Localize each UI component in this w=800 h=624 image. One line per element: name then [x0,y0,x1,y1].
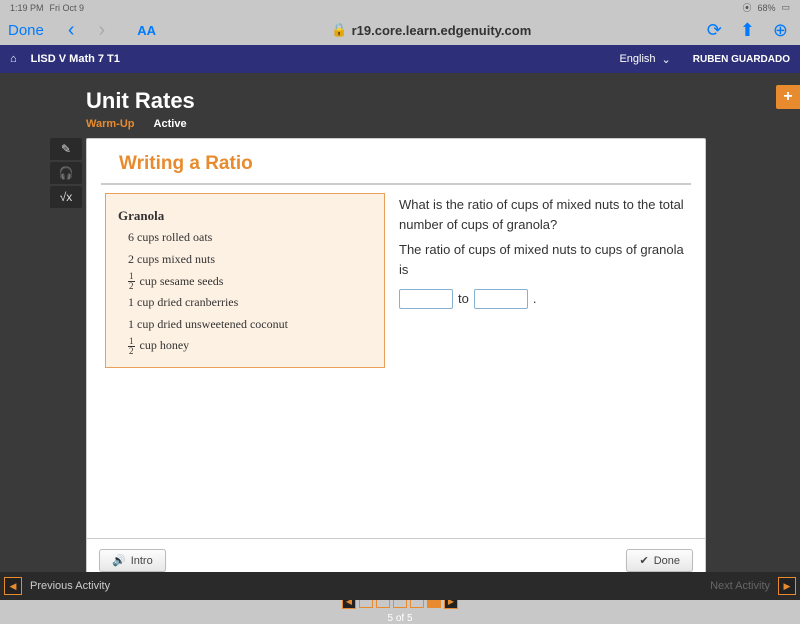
next-activity-label: Next Activity [710,580,770,592]
ingredient: 12 cup honey [118,335,372,357]
pager-count: 5 of 5 [0,613,800,624]
forward-button[interactable]: › [99,19,106,42]
share-icon[interactable]: ⬆ [740,20,755,41]
lock-icon: 🔒 [331,22,347,38]
compass-icon[interactable]: ⊕ [773,20,788,41]
battery-glyph: ▭ [781,2,790,13]
language-label: English [619,53,655,65]
check-icon: ✔ [639,554,648,567]
next-activity-nav[interactable]: Next Activity ▶ [710,577,796,595]
ratio-input-2[interactable] [474,289,528,309]
user-name: RUBEN GUARDADO [693,54,790,65]
ingredient: 6 cups rolled oats [118,227,372,249]
ingredient: 2 cups mixed nuts [118,249,372,271]
url-text: r19.core.learn.edgenuity.com [352,23,532,38]
intro-label: Intro [131,555,153,567]
audio-tool[interactable]: 🎧 [50,162,82,184]
ingredient: 1 cup dried unsweetened coconut [118,314,372,336]
prev-activity-nav[interactable]: ◀ Previous Activity [4,577,110,595]
done-label: Done [654,555,680,567]
back-button[interactable]: ‹ [68,19,75,42]
period-label: . [533,289,537,309]
intro-button[interactable]: 🔊 Intro [99,549,166,572]
course-title: LISD V Math 7 T1 [31,53,620,65]
question-text-2: The ratio of cups of mixed nuts to cups … [399,240,687,279]
done-button[interactable]: Done [8,22,44,39]
ingredient: 1 cup dried cranberries [118,292,372,314]
lesson-content: Granola 6 cups rolled oats 2 cups mixed … [87,185,705,376]
ingredient: 12 cup sesame seeds [118,271,372,293]
unit-title: Unit Rates [86,88,195,114]
lesson-panel: Writing a Ratio Granola 6 cups rolled oa… [86,138,706,583]
prev-activity-label: Previous Activity [30,580,110,592]
ios-status-bar: 1:19 PM Fri Oct 9 ⦿ 68% ▭ [0,0,800,15]
ratio-input-1[interactable] [399,289,453,309]
lesson-topic: Writing a Ratio [101,139,691,185]
recipe-title: Granola [118,204,372,227]
add-button[interactable]: + [776,85,800,109]
active-tab[interactable]: Active [154,118,187,130]
done-lesson-button[interactable]: ✔ Done [626,549,693,572]
unit-heading: Unit Rates Warm-Up Active [86,88,195,130]
next-arrow-icon: ▶ [778,577,796,595]
status-time: 1:19 PM [10,3,44,13]
status-date: Fri Oct 9 [50,3,85,13]
question-column: What is the ratio of cups of mixed nuts … [399,193,687,368]
to-label: to [458,289,469,309]
main-area: Unit Rates Warm-Up Active + ✎ 🎧 √x Writi… [0,73,800,600]
question-text-1: What is the ratio of cups of mixed nuts … [399,195,687,234]
battery-percent: 68% [757,3,775,13]
answer-row: to . [399,289,687,309]
tool-strip: ✎ 🎧 √x [50,138,82,208]
math-tool[interactable]: √x [50,186,82,208]
prev-arrow-icon: ◀ [4,577,22,595]
bottom-bar: ◀ Previous Activity Next Activity ▶ [0,572,800,600]
address-bar[interactable]: 🔒 r19.core.learn.edgenuity.com [156,22,707,38]
safari-toolbar: Done ‹ › AA 🔒 r19.core.learn.edgenuity.c… [0,15,800,45]
text-size-button[interactable]: AA [137,23,156,38]
chevron-down-icon: ⌄ [662,53,671,66]
speaker-icon: 🔊 [112,554,126,567]
language-selector[interactable]: English ⌄ [619,53,670,66]
recipe-box: Granola 6 cups rolled oats 2 cups mixed … [105,193,385,368]
refresh-icon[interactable]: ⟳ [707,20,722,41]
pencil-tool[interactable]: ✎ [50,138,82,160]
home-icon[interactable]: ⌂ [10,53,17,65]
warmup-tab[interactable]: Warm-Up [86,118,134,130]
app-header: ⌂ LISD V Math 7 T1 English ⌄ RUBEN GUARD… [0,45,800,73]
battery-icon: ⦿ [742,1,751,14]
